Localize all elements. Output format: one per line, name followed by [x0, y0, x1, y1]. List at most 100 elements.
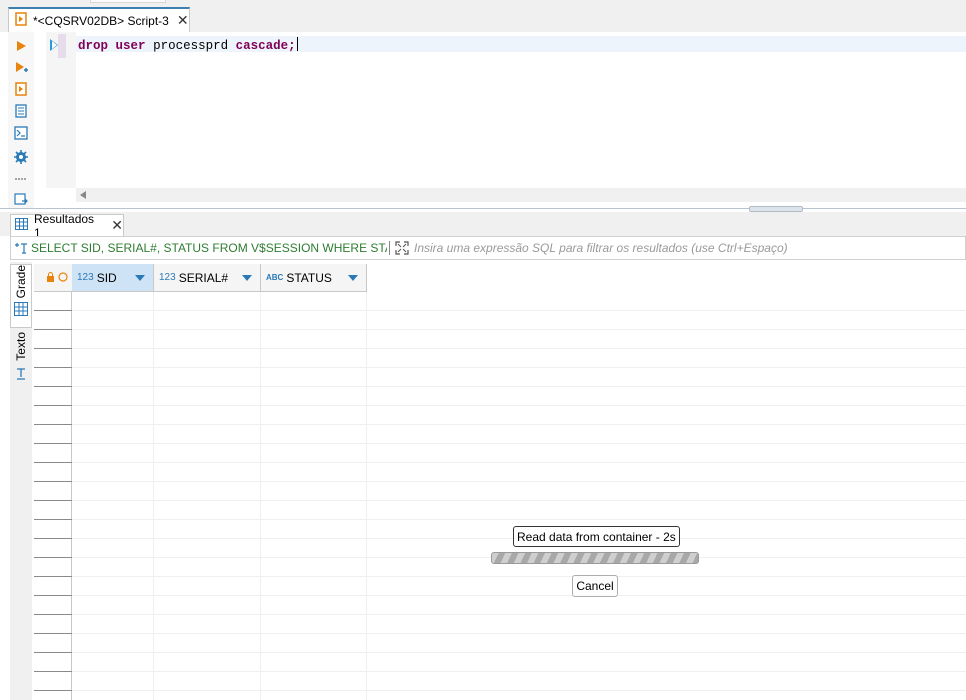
sort-dropdown-icon[interactable] — [135, 275, 145, 281]
grid-row-line — [72, 329, 966, 330]
row-number-tick — [34, 348, 72, 349]
row-number-tick — [34, 310, 72, 311]
text-mode-label: Texto — [14, 332, 28, 361]
grid-row-line — [72, 576, 966, 577]
filter-bar: SELECT SID, SERIAL#, STATUS FROM V$SESSI… — [10, 236, 966, 260]
view-mode-strip: Grade Texto — [10, 262, 32, 700]
grid-row-line — [72, 443, 966, 444]
tab-text[interactable]: Texto — [10, 332, 32, 388]
column-header-serial[interactable]: 123 SERIAL# — [154, 264, 261, 292]
console-icon[interactable] — [12, 124, 30, 142]
row-number-tick — [34, 424, 72, 425]
editor-toolbar — [8, 32, 34, 208]
code-line-1[interactable]: drop user processprd cascade; — [78, 37, 298, 53]
grid-row-line — [72, 348, 966, 349]
filter-separator — [389, 241, 390, 255]
row-number-tick — [34, 538, 72, 539]
row-number-tick — [34, 690, 72, 691]
grid-row-line — [72, 690, 966, 691]
sql-editor: drop user processprd cascade; — [0, 32, 966, 208]
row-number-tick — [34, 633, 72, 634]
column-divider — [366, 292, 367, 700]
grid-mode-label: Grade — [14, 265, 28, 299]
numeric-type-icon: 123 — [77, 272, 94, 283]
column-header-sid[interactable]: 123 SID — [72, 264, 154, 292]
text-mode-icon — [15, 367, 27, 384]
filter-input[interactable]: Insira uma expressão SQL para filtrar os… — [414, 241, 788, 255]
execute-new-tab-icon[interactable] — [12, 59, 30, 77]
column-divider — [153, 292, 154, 700]
column-divider — [260, 292, 261, 700]
text-caret — [296, 37, 298, 51]
close-icon[interactable]: ✕ — [111, 217, 123, 234]
column-name: SERIAL# — [178, 270, 229, 285]
keyword-drop: drop — [78, 39, 109, 53]
tab-title: *<CQSRV02DB> Script-3 — [33, 13, 169, 28]
filter-icon[interactable] — [11, 242, 31, 254]
grid-row-line — [72, 671, 966, 672]
grid-row-line — [72, 367, 966, 368]
row-number-tick — [34, 595, 72, 596]
grid-corner — [34, 264, 72, 292]
change-marker — [58, 34, 66, 58]
cancel-button[interactable]: Cancel — [572, 575, 618, 597]
column-header-status[interactable]: ABC STATUS — [261, 264, 367, 292]
text-type-icon: ABC — [266, 273, 284, 282]
sort-dropdown-icon[interactable] — [242, 275, 252, 281]
grid-row-line — [72, 481, 966, 482]
lock-icon[interactable] — [46, 271, 55, 285]
gear-icon[interactable] — [12, 148, 30, 166]
grid-row-line — [72, 424, 966, 425]
explain-plan-icon[interactable] — [12, 102, 30, 120]
row-number-tick — [34, 481, 72, 482]
grid-row-line — [72, 614, 966, 615]
grid-row-line — [72, 633, 966, 634]
grid-row-line — [72, 405, 966, 406]
keyword-user: user — [115, 39, 146, 53]
execute-statement-icon[interactable] — [12, 37, 30, 55]
column-name: STATUS — [286, 270, 332, 285]
sort-dropdown-icon[interactable] — [348, 275, 358, 281]
tab-script-3[interactable]: *<CQSRV02DB> Script-3 ✕ — [8, 7, 190, 32]
tab-grid[interactable]: Grade — [10, 264, 32, 328]
table-icon — [15, 218, 28, 233]
row-number-tick — [34, 576, 72, 577]
row-number-tick — [34, 443, 72, 444]
scroll-left-icon[interactable] — [80, 191, 86, 199]
execute-script-icon[interactable] — [12, 80, 30, 98]
horizontal-scrollbar[interactable] — [76, 188, 966, 202]
row-number-tick — [34, 671, 72, 672]
identifier: processprd — [153, 39, 229, 53]
close-icon[interactable]: ✕ — [177, 12, 189, 29]
row-number-tick — [34, 367, 72, 368]
current-query-arrow-icon — [50, 39, 58, 51]
grid-row-line — [72, 500, 966, 501]
row-number-tick — [34, 386, 72, 387]
row-number-tick — [34, 652, 72, 653]
keyword-cascade: cascade; — [235, 39, 296, 53]
editor-ruler — [46, 32, 76, 188]
row-number-tick — [34, 500, 72, 501]
grid-row-line — [72, 595, 966, 596]
row-number-tick — [34, 329, 72, 330]
grid-row-line — [72, 519, 966, 520]
tab-resultados-1[interactable]: Resultados 1 ✕ — [10, 212, 124, 240]
progress-bar — [491, 552, 699, 564]
expand-icon[interactable] — [392, 241, 412, 255]
row-number-column — [34, 264, 72, 700]
export-icon[interactable] — [12, 190, 30, 208]
results-tab-strip: Resultados 1 ✕ — [0, 212, 966, 240]
grid-row-line — [72, 310, 966, 311]
record-mode-icon[interactable] — [58, 271, 68, 285]
row-number-tick — [34, 614, 72, 615]
more-icon[interactable] — [12, 170, 30, 188]
row-number-tick — [34, 519, 72, 520]
grid-row-line — [72, 652, 966, 653]
numeric-type-icon: 123 — [159, 272, 176, 283]
results-grid[interactable]: 123 SID 123 SERIAL# ABC STATUS — [34, 264, 966, 700]
column-name: SID — [96, 270, 117, 285]
grid-row-line — [72, 386, 966, 387]
hidden-tab-edge — [90, 0, 166, 3]
grid-icon — [14, 302, 28, 319]
sql-script-icon — [15, 12, 28, 29]
